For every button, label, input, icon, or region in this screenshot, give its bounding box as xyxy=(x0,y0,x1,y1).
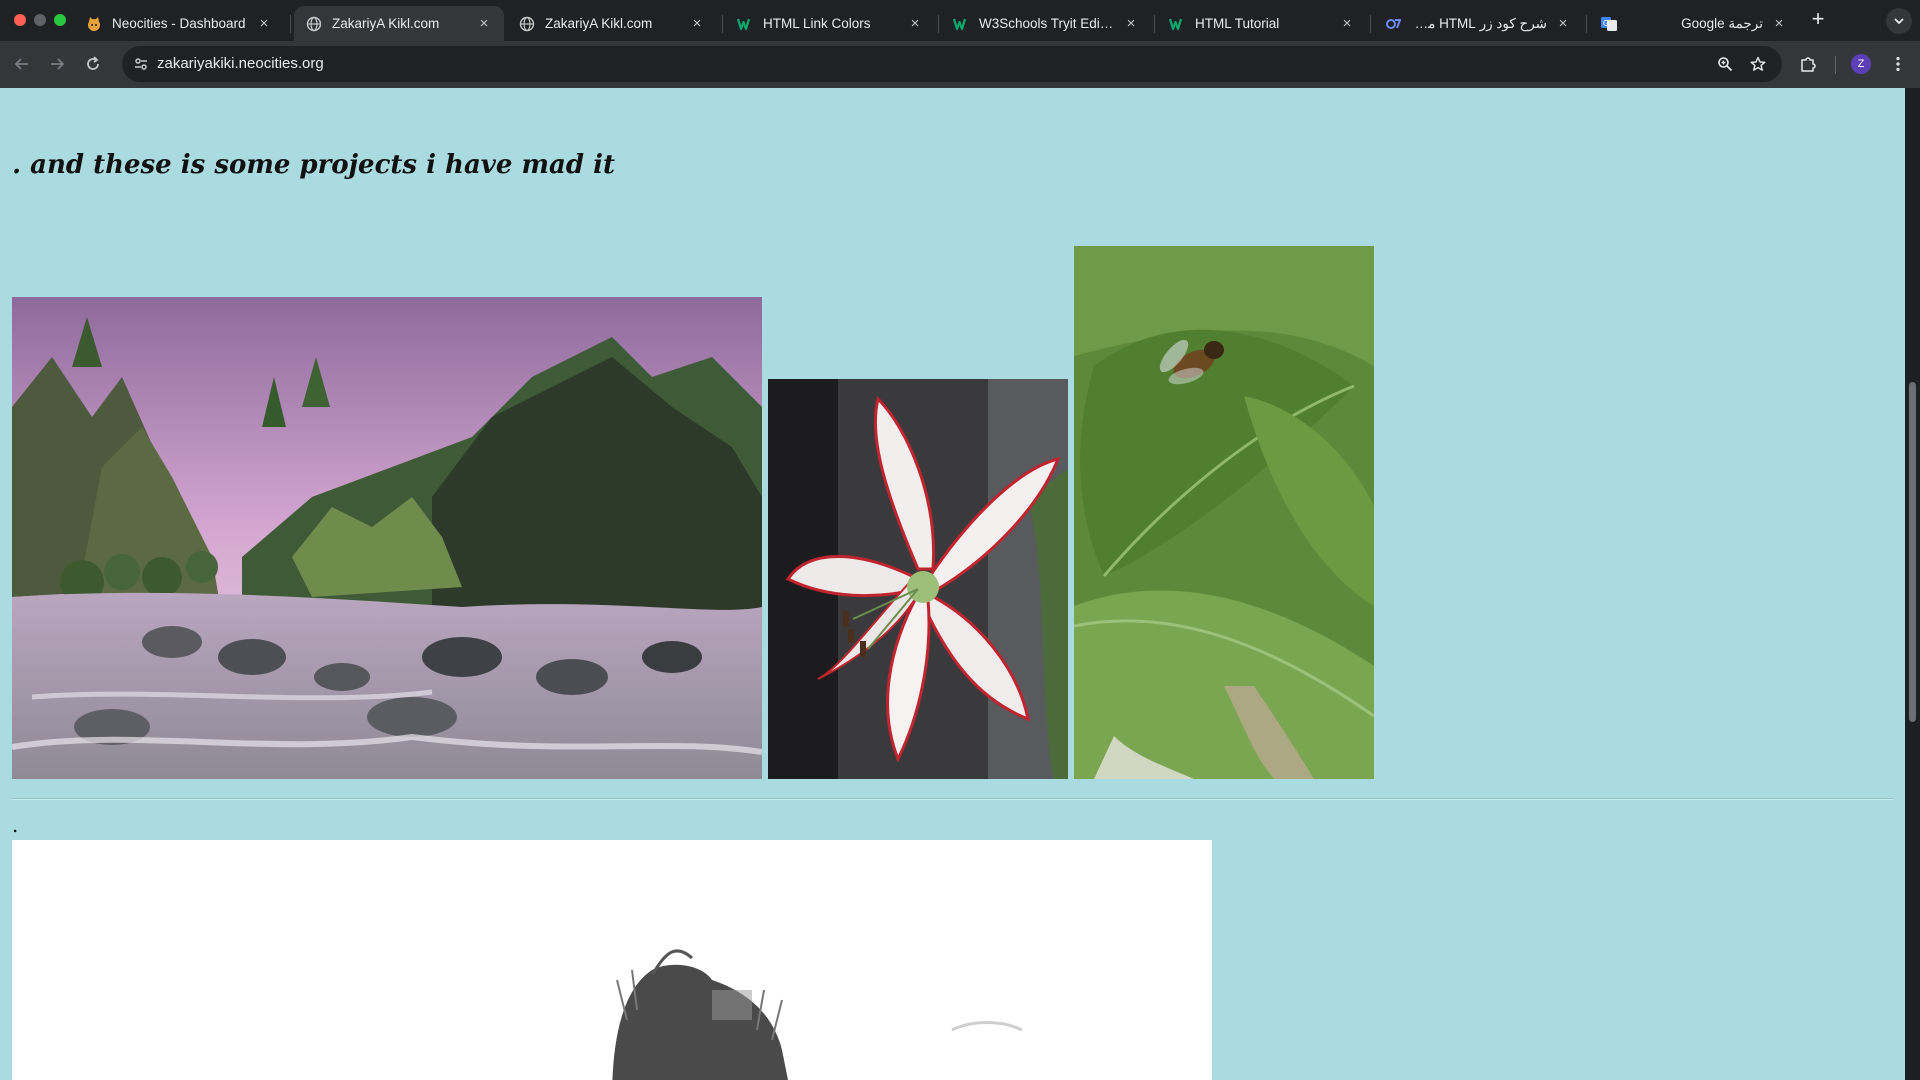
page-heading: . and these is some projects i have mad … xyxy=(12,150,615,180)
site-info-icon[interactable] xyxy=(130,53,152,75)
scrollbar-thumb[interactable] xyxy=(1909,382,1916,722)
tab-title: Neocities - Dashboard xyxy=(112,16,246,31)
address-bar[interactable]: zakariyakiki.neocities.org xyxy=(122,46,1782,82)
w3schools-icon xyxy=(953,16,969,32)
tab-zakariya-active[interactable]: ZakariyA Kikl.com × xyxy=(294,6,504,41)
window-zoom-button[interactable] xyxy=(54,14,66,26)
forward-button[interactable] xyxy=(44,51,70,77)
tab-title: W3Schools Tryit Editor xyxy=(979,16,1115,31)
tab-zakariya[interactable]: ZakariyA Kikl.com × xyxy=(507,6,717,41)
close-icon[interactable]: × xyxy=(689,15,705,32)
svg-text:G: G xyxy=(1603,19,1609,28)
close-icon[interactable]: × xyxy=(476,15,492,32)
tab-w3schools-tryit[interactable]: W3Schools Tryit Editor × xyxy=(941,6,1151,41)
back-button[interactable] xyxy=(9,51,35,77)
bee-on-leaf-image xyxy=(1074,246,1374,779)
w3schools-icon xyxy=(1169,16,1185,32)
separator-dot: . xyxy=(12,813,19,837)
reload-icon xyxy=(87,56,99,70)
globe-icon xyxy=(519,16,535,32)
arrow-left-icon xyxy=(14,58,28,70)
close-icon[interactable]: × xyxy=(907,15,923,32)
extensions-puzzle-icon[interactable] xyxy=(1797,53,1819,75)
w3schools-icon xyxy=(737,16,753,32)
zoom-icon[interactable] xyxy=(1715,54,1735,74)
tab-title: ترجمة Google xyxy=(1681,15,1763,31)
tab-strip: Neocities - Dashboard × ZakariyA Kikl.co… xyxy=(0,0,1920,41)
close-icon[interactable]: × xyxy=(1771,15,1787,32)
browser-toolbar: zakariyakiki.neocities.org Z xyxy=(0,41,1920,88)
profile-avatar[interactable]: Z xyxy=(1851,54,1871,74)
reload-button[interactable] xyxy=(80,51,106,77)
close-icon[interactable]: × xyxy=(1555,15,1571,32)
pencil-sketch-image xyxy=(12,840,1212,1080)
url-text[interactable]: zakariyakiki.neocities.org xyxy=(157,55,324,72)
tab-neocities-dashboard[interactable]: Neocities - Dashboard × xyxy=(74,6,284,41)
arrow-right-icon xyxy=(51,58,65,70)
tab-search-button[interactable] xyxy=(1886,8,1912,34)
search-favicon-icon xyxy=(1385,16,1401,32)
landscape-painting-image xyxy=(12,297,762,779)
tab-arabic-html-button[interactable]: شرح كود زر HTML مع توجيه × xyxy=(1373,6,1583,41)
close-icon[interactable]: × xyxy=(256,15,272,32)
tab-html-link-colors[interactable]: HTML Link Colors × xyxy=(725,6,935,41)
page-viewport: . and these is some projects i have mad … xyxy=(0,88,1905,1080)
tab-title: ZakariyA Kikl.com xyxy=(332,16,440,31)
close-icon[interactable]: × xyxy=(1339,15,1355,32)
neocities-cat-icon xyxy=(86,16,102,32)
tab-title: HTML Link Colors xyxy=(763,16,871,31)
globe-icon xyxy=(306,16,322,32)
lily-flower-image xyxy=(768,379,1068,779)
horizontal-divider xyxy=(12,798,1893,800)
chevron-down-icon xyxy=(1894,18,1904,25)
tab-google-translate[interactable]: G ترجمة Google × xyxy=(1589,6,1799,41)
more-menu-icon[interactable] xyxy=(1887,53,1909,75)
tab-html-tutorial[interactable]: HTML Tutorial × xyxy=(1157,6,1367,41)
google-translate-icon: G xyxy=(1601,16,1617,32)
window-close-button[interactable] xyxy=(14,14,26,26)
tab-title: ZakariyA Kikl.com xyxy=(545,16,653,31)
window-minimize-button[interactable] xyxy=(34,14,46,26)
tab-title: شرح كود زر HTML مع توجيه xyxy=(1411,15,1547,31)
new-tab-button[interactable]: + xyxy=(1806,8,1830,32)
close-icon[interactable]: × xyxy=(1123,15,1139,32)
tab-title: HTML Tutorial xyxy=(1195,16,1280,31)
bookmark-star-icon[interactable] xyxy=(1748,54,1768,74)
